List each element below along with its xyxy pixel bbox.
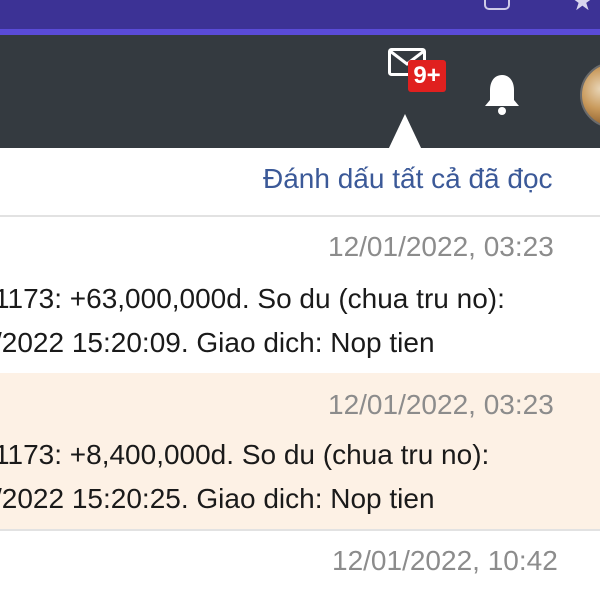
notification-time: 12/01/2022, 03:23 [328, 389, 554, 420]
page: ★ 9+ Đánh dấu tất cả đã đọc 12/01/2022, … [0, 0, 600, 600]
browser-extension-icon[interactable] [484, 0, 510, 10]
notification-item-unread[interactable]: 12/01/2022, 03:23 1173: +8,400,000d. So … [0, 373, 600, 529]
notification-time: 12/01/2022, 10:42 [332, 545, 558, 576]
dropdown-caret [388, 114, 422, 150]
notification-text-line: /2022 15:20:09. Giao dich: Nop tien [0, 327, 435, 358]
notification-text-line: 1173: +8,400,000d. So du (chua tru no): [0, 439, 490, 470]
browser-toolbar: ★ [0, 0, 600, 35]
unread-count-badge: 9+ [408, 60, 446, 92]
bookmark-star-icon[interactable]: ★ [571, 0, 594, 14]
notification-text-line: /2022 15:20:25. Giao dich: Nop tien [0, 483, 435, 514]
notification-item[interactable]: 12/01/2022, 03:23 1173: +63,000,000d. So… [0, 217, 600, 373]
notification-time: 12/01/2022, 03:23 [328, 231, 554, 262]
notification-item[interactable]: 12/01/2022, 10:42 [0, 531, 600, 600]
bell-icon [485, 75, 519, 115]
mark-all-read-link[interactable]: Đánh dấu tất cả đã đọc [263, 163, 553, 195]
notifications-button[interactable] [482, 72, 522, 116]
notification-text-line: 1173: +63,000,000d. So du (chua tru no): [0, 283, 505, 314]
